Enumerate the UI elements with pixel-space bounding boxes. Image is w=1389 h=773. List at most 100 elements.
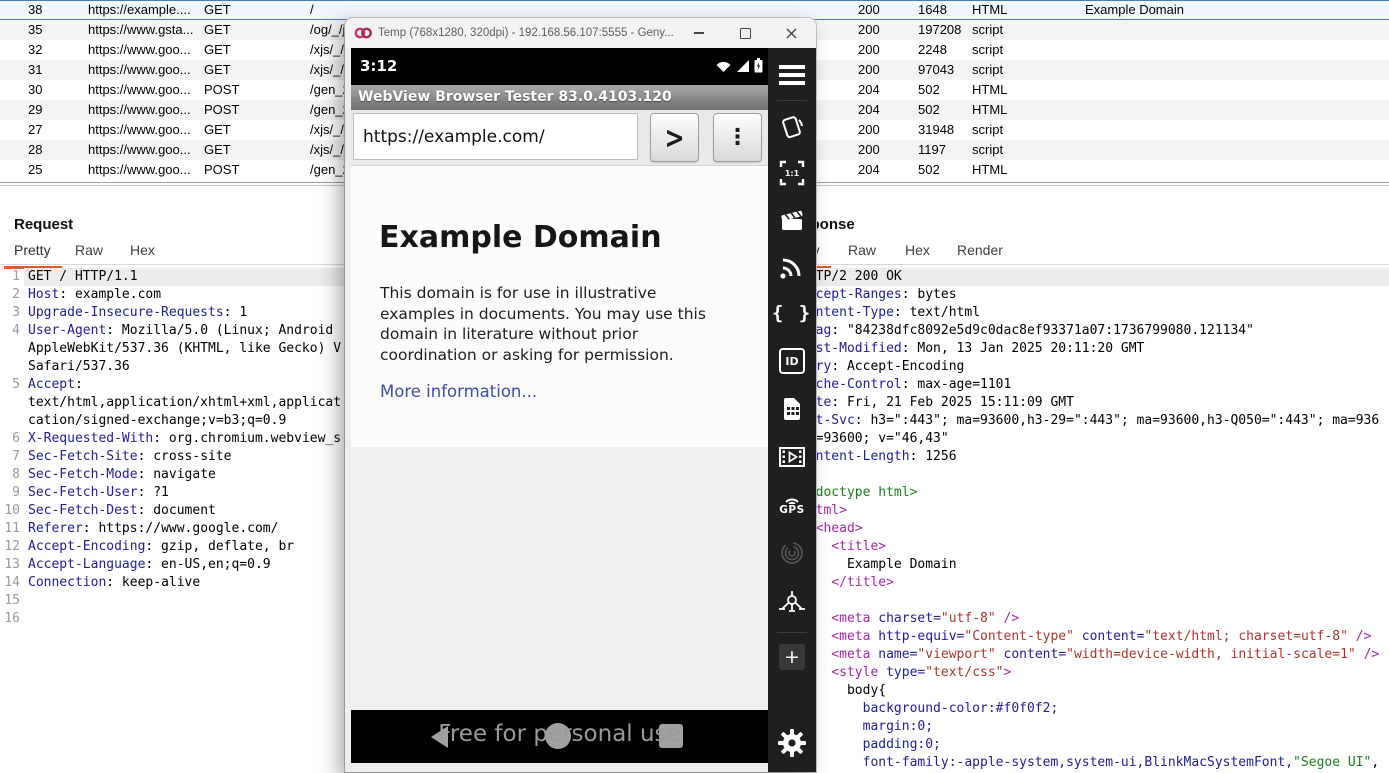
cell-status: 200 xyxy=(858,20,880,40)
genymotion-toolbar: 1:1 xyxy=(768,48,816,772)
editor-line: font-family:-apple-system,system-ui,Blin… xyxy=(800,754,1389,772)
app-title-bar: WebView Browser Tester 83.0.4103.120 xyxy=(351,85,768,110)
editor-line: </title> xyxy=(800,574,1389,592)
editor-line: <!doctype html> xyxy=(800,484,1389,502)
editor-line: <meta charset="utf-8" /> xyxy=(800,610,1389,628)
editor-line: <head> xyxy=(800,520,1389,538)
paragraph-line: examples in documents. You may use this xyxy=(380,304,706,325)
genymotion-logo-icon xyxy=(354,25,372,41)
dev-tools-button[interactable]: { } xyxy=(768,298,816,328)
toolbar-divider xyxy=(777,100,807,101)
gps-arcs-icon xyxy=(782,493,802,504)
cell-status: 204 xyxy=(858,100,880,120)
screenshot-root: 38https://example....GET/2001648HTMLExam… xyxy=(0,0,1389,773)
minimize-button[interactable] xyxy=(676,18,722,48)
more-information-link[interactable]: More information... xyxy=(380,382,537,401)
cell-length: 31948 xyxy=(918,120,954,140)
cell-method: GET xyxy=(204,140,231,160)
sim-card-icon xyxy=(782,397,802,421)
cell-title: Example Domain xyxy=(1085,0,1184,20)
editor-line xyxy=(800,466,1389,484)
window-titlebar[interactable]: Temp (768x1280, 320dpi) - 192.168.56.107… xyxy=(345,18,816,48)
cell-path: /xjs/_/j xyxy=(310,140,347,160)
url-input[interactable] xyxy=(353,113,638,160)
cell-num: 30 xyxy=(28,80,42,100)
sim-button[interactable] xyxy=(768,394,816,424)
gimbal-button[interactable] xyxy=(768,586,816,618)
cell-status: 200 xyxy=(858,140,880,160)
cell-method: POST xyxy=(204,160,239,180)
editor-line: ETag: "84238dfc8092e5d9c0dac8ef93371a07:… xyxy=(800,322,1389,340)
maximize-button[interactable] xyxy=(722,18,768,48)
free-license-watermark: Free for personal use xyxy=(351,721,768,747)
editor-line: <title> xyxy=(800,538,1389,556)
menu-button[interactable] xyxy=(768,62,816,88)
cell-method: POST xyxy=(204,100,239,120)
tab-raw[interactable]: Raw xyxy=(75,242,103,262)
cell-signal-icon xyxy=(736,59,750,73)
id-icon: ID xyxy=(779,348,805,374)
editor-line: Content-Type: text/html xyxy=(800,304,1389,322)
screencast-button[interactable] xyxy=(768,206,816,236)
android-device-screen: 3:12 We xyxy=(351,48,768,763)
cell-mime: script xyxy=(972,40,1003,60)
cell-mime: script xyxy=(972,20,1003,40)
add-widget-button[interactable]: + xyxy=(768,642,816,672)
cell-url: https://www.goo... xyxy=(88,80,191,100)
response-editor[interactable]: HTTP/2 200 OKAccept-Ranges: bytesContent… xyxy=(800,268,1389,772)
cell-path: / xyxy=(310,0,314,20)
baseband-button[interactable] xyxy=(768,442,816,472)
editor-line: padding:0; xyxy=(800,736,1389,754)
signal-arcs-icon xyxy=(779,254,805,280)
cell-path: /xjs/_/j xyxy=(310,60,347,80)
cell-status: 200 xyxy=(858,40,880,60)
tab-hex[interactable]: Hex xyxy=(130,242,155,262)
biometrics-button-disabled xyxy=(768,538,816,568)
tab-render[interactable]: Render xyxy=(957,242,1003,262)
cell-num: 32 xyxy=(28,40,42,60)
settings-button[interactable] xyxy=(768,726,816,760)
cell-method: GET xyxy=(204,60,231,80)
pixel-perfect-button[interactable]: 1:1 xyxy=(768,158,816,188)
cell-url: https://www.goo... xyxy=(88,160,191,180)
cell-method: GET xyxy=(204,20,231,40)
close-button[interactable] xyxy=(768,18,814,48)
battery-charging-icon xyxy=(754,58,763,73)
tab-raw[interactable]: Raw xyxy=(848,242,876,262)
editor-line: Alt-Svc: h3=":443"; ma=93600,h3-29=":443… xyxy=(800,412,1389,430)
cell-length: 1648 xyxy=(918,0,947,20)
cell-length: 1197 xyxy=(918,140,946,160)
cell-status: 204 xyxy=(858,160,880,180)
cell-num: 31 xyxy=(28,60,42,80)
cell-url: https://www.goo... xyxy=(88,100,191,120)
page-heading: Example Domain xyxy=(379,220,662,255)
editor-line: HTTP/2 200 OK xyxy=(800,268,1389,286)
cell-path: /gen_2 xyxy=(310,80,350,100)
rotate-device-button[interactable] xyxy=(768,112,816,142)
android-nav-bar: Free for personal use xyxy=(351,710,768,763)
device-id-button[interactable]: ID xyxy=(768,346,816,376)
webpage-viewport: Example Domain This domain is for use in… xyxy=(351,166,768,710)
editor-line: <meta name="viewport" content="width=dev… xyxy=(800,646,1389,664)
cell-mime: HTML xyxy=(972,160,1007,180)
cell-num: 28 xyxy=(28,140,42,160)
overflow-menu-button[interactable]: ⋮ xyxy=(713,113,762,162)
browser-toolbar: > ⋮ xyxy=(351,110,768,166)
network-button[interactable] xyxy=(768,252,816,282)
cell-url: https://example.... xyxy=(88,0,191,20)
go-button[interactable]: > xyxy=(650,113,699,162)
editor-line: body{ xyxy=(800,682,1389,700)
cell-url: https://www.gsta... xyxy=(88,20,194,40)
window-title: Temp (768x1280, 320dpi) - 192.168.56.107… xyxy=(378,18,674,48)
android-status-bar: 3:12 xyxy=(351,48,768,85)
cell-mime: HTML xyxy=(972,100,1007,120)
paragraph-line: coordination or asking for permission. xyxy=(380,345,706,366)
gps-button[interactable]: GPS xyxy=(768,488,816,520)
cell-method: GET xyxy=(204,0,231,20)
fingerprint-icon xyxy=(779,540,805,566)
editor-line: margin:0; xyxy=(800,718,1389,736)
cell-path: /xjs/_/j xyxy=(310,120,347,140)
table-row[interactable]: 38https://example....GET/2001648HTMLExam… xyxy=(0,0,1389,20)
tab-hex[interactable]: Hex xyxy=(905,242,930,262)
tab-pretty[interactable]: Pretty xyxy=(14,242,51,262)
